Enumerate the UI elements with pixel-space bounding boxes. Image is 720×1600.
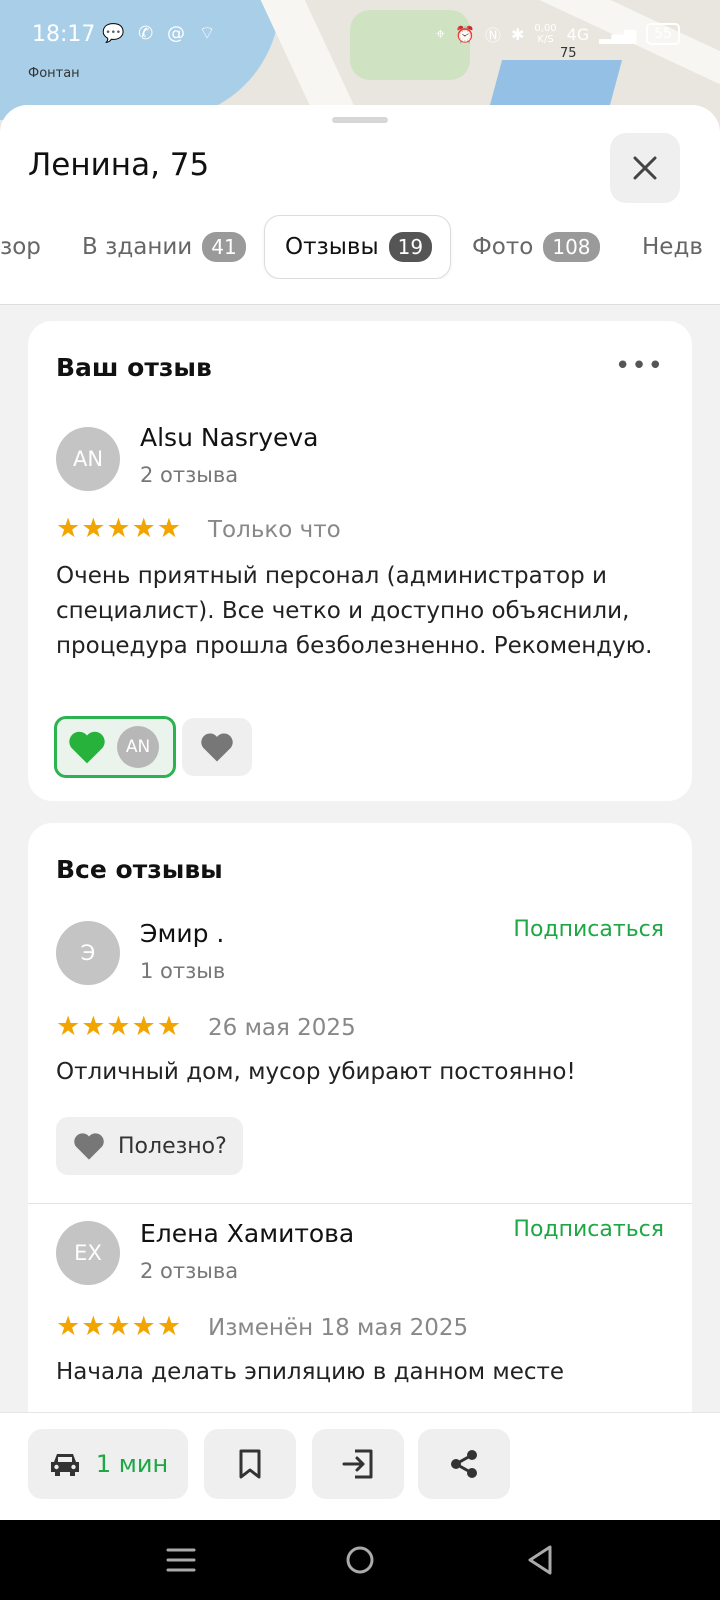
share-button[interactable] [418, 1429, 510, 1499]
bluetooth-icon: ✱ [511, 24, 525, 44]
sheet-header: Ленина, 75 зор В здании 41 Отзывы 19 Фот… [0, 105, 720, 305]
location-icon: ⌖ [436, 24, 446, 43]
tab-photos[interactable]: Фото 108 [472, 215, 600, 279]
tab-count-badge: 19 [388, 232, 433, 262]
review-divider [28, 1203, 692, 1204]
heart-icon [201, 733, 233, 762]
home-button[interactable] [342, 1542, 378, 1578]
home-circle-icon [346, 1546, 374, 1574]
tab-count-badge: 108 [543, 232, 600, 262]
avatar[interactable]: ЕХ [56, 1221, 120, 1285]
place-title: Ленина, 75 [28, 147, 210, 183]
review-author[interactable]: Елена Хамитова [140, 1219, 354, 1248]
car-icon [50, 1454, 79, 1476]
entrance-button[interactable] [312, 1429, 404, 1499]
tab-bar: зор В здании 41 Отзывы 19 Фото 108 Недв [0, 215, 720, 279]
tab-reviews[interactable]: Отзывы 19 [264, 215, 452, 279]
green-heart-icon [69, 731, 105, 764]
close-icon [633, 156, 657, 180]
route-button[interactable]: 1 мин [28, 1429, 188, 1499]
place-sheet: Ленина, 75 зор В здании 41 Отзывы 19 Фот… [0, 105, 720, 1520]
reaction-avatar: AN [117, 726, 159, 768]
review-text: Отличный дом, мусор убирают постоянно! [56, 1059, 576, 1085]
more-options-button[interactable]: ••• [615, 351, 664, 381]
bookmark-icon [239, 1449, 261, 1479]
system-icons: ⌖ ⏰ Ⓝ ✱ 0,00 K/S 4G ▂▄▆ 55 [436, 22, 680, 46]
nfc-icon: Ⓝ [484, 26, 501, 45]
review-text: Очень приятный персонал (администратор и… [56, 563, 653, 659]
tab-real-estate[interactable]: Недв [642, 215, 703, 279]
tab-in-building[interactable]: В здании 41 [82, 215, 246, 279]
drive-time: 1 мин [95, 1450, 169, 1478]
star-rating: ★★★★★ [56, 513, 183, 544]
review-author[interactable]: Alsu Nasryeva [140, 423, 318, 452]
sheet-grabber[interactable] [332, 117, 388, 123]
subscribe-button[interactable]: Подписаться [513, 1217, 664, 1242]
review-count: 1 отзыв [140, 959, 226, 983]
add-reaction-button[interactable] [182, 718, 252, 776]
notification-icons: 💬 ✆ @ ⌔ [102, 23, 220, 44]
avatar[interactable]: Э [56, 921, 120, 985]
entrance-icon [342, 1449, 373, 1479]
back-triangle-icon [528, 1545, 552, 1575]
header-divider [0, 304, 720, 305]
star-rating: ★★★★★ [56, 1011, 183, 1042]
subscribe-button[interactable]: Подписаться [513, 917, 664, 942]
net-speed: 0,00 K/S [534, 23, 557, 45]
review-date: Изменён 18 мая 2025 [208, 1315, 469, 1341]
review-count: 2 отзыва [140, 463, 239, 487]
review-count: 2 отзыва [140, 1259, 239, 1283]
system-nav-bar [0, 1520, 720, 1600]
bookmark-button[interactable] [204, 1429, 296, 1499]
back-button[interactable] [524, 1542, 556, 1578]
useful-button[interactable]: Полезно? [56, 1117, 243, 1175]
status-bar: 18:17 💬 ✆ @ ⌔ ⌖ ⏰ Ⓝ ✱ 0,00 K/S 4G ▂▄▆ 55 [0, 0, 720, 72]
star-rating: ★★★★★ [56, 1311, 183, 1342]
heart-reaction-button[interactable]: AN [54, 716, 176, 778]
alarm-icon: ⏰ [455, 24, 475, 44]
useful-label: Полезно? [118, 1133, 227, 1159]
review-text: Начала делать эпиляцию в данном месте [56, 1359, 565, 1385]
avatar[interactable]: AN [56, 427, 120, 491]
review-date: Только что [208, 517, 341, 543]
tab-overview[interactable]: зор [0, 215, 41, 279]
heart-icon [74, 1133, 104, 1160]
network-type: 4G [566, 24, 590, 44]
action-bar: 1 мин [0, 1412, 720, 1520]
recent-apps-button[interactable] [166, 1542, 196, 1578]
my-review-title: Ваш отзыв [56, 353, 212, 382]
menu-icon [166, 1548, 196, 1572]
close-button[interactable] [610, 133, 680, 203]
battery-indicator: 55 [646, 23, 680, 45]
share-icon [451, 1450, 477, 1478]
review-date: 26 мая 2025 [208, 1015, 356, 1041]
signal-icon: ▂▄▆ [599, 24, 637, 44]
all-reviews-title: Все отзывы [56, 855, 223, 884]
review-author[interactable]: Эмир . [140, 919, 224, 948]
tab-count-badge: 41 [202, 232, 246, 262]
my-review-card: Ваш отзыв ••• AN Alsu Nasryeva 2 отзыва … [28, 321, 692, 801]
status-time: 18:17 [32, 22, 96, 47]
